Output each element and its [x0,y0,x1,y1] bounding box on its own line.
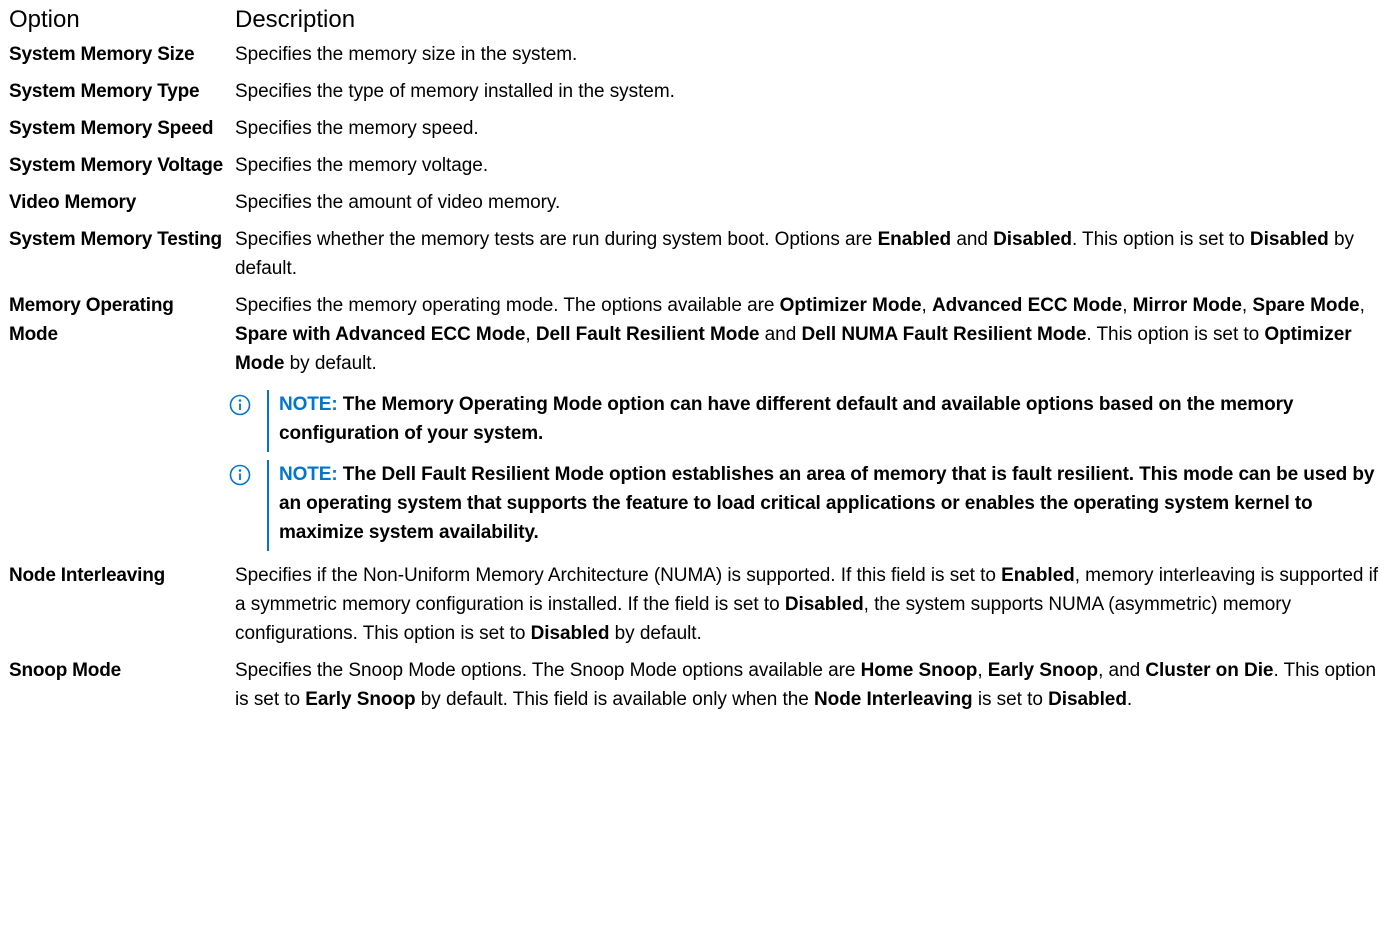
bold-term: Cluster on Die [1145,660,1274,681]
bold-term: Early Snoop [987,660,1099,681]
option-description-cell: Specifies the memory voltage. [235,151,1393,180]
description-text: , [525,324,536,345]
description-text: , [1359,295,1365,316]
description-text: , [977,660,988,681]
description-text: , [1122,295,1133,316]
option-description-cell: Specifies the memory size in the system. [235,40,1393,69]
description-text: , [921,295,932,316]
table-row: System Memory Type Specifies the type of … [9,77,1393,106]
bold-term: Disabled [784,594,864,615]
note-text: The Memory Operating Mode option can hav… [279,394,1294,444]
option-description-cell: Specifies the memory operating mode. The… [229,291,1393,553]
options-table: Option Description System Memory Size Spe… [9,4,1393,722]
description-text: , and [1098,660,1146,681]
bold-term: Node Interleaving [814,689,973,710]
description-text: Specifies the memory operating mode. The… [235,295,780,316]
description-text: by default. This field is available only… [415,689,815,710]
bold-term: Disabled [1048,689,1127,710]
option-description: Specifies the memory voltage. [235,155,489,176]
note-accent-bar [267,460,269,551]
description-text: . [1126,689,1133,710]
option-name: Video Memory [9,192,137,213]
option-description: Specifies the memory speed. [235,118,479,139]
description-text: Specifies if the Non-Uniform Memory Arch… [235,565,1002,586]
bold-term: Enabled [1001,565,1075,586]
option-name: Memory Operating Mode [9,295,174,345]
table-row: Memory Operating Mode Specifies the memor… [9,291,1393,553]
bold-term: Disabled [530,623,610,644]
bold-term: Home Snoop [860,660,978,681]
bold-term: Optimizer Mode [779,295,922,316]
option-description: Specifies the Snoop Mode options. The Sn… [235,656,1393,714]
option-description-cell: Specifies the memory speed. [235,114,1393,143]
table-row: System Memory Testing Specifies whether t… [9,225,1393,283]
description-text: Specifies whether the memory tests are r… [235,229,878,250]
note-accent-bar [267,390,269,452]
description-text: by default. [609,623,702,644]
description-column-header: Description [235,6,356,33]
bold-term: Dell NUMA Fault Resilient Mode [801,324,1087,345]
bold-term: Spare Mode [1252,295,1360,316]
option-description-cell: Specifies if the Non-Uniform Memory Arch… [235,561,1393,648]
note-callout: NOTE: The Dell Fault Resilient Mode opti… [229,460,1393,551]
bold-term: Disabled [993,229,1072,250]
table-header: Option Description [9,4,1393,40]
description-text: . This option is set to [1071,229,1250,250]
option-description: Specifies the amount of video memory. [235,192,561,213]
note-text: The Dell Fault Resilient Mode option est… [279,464,1375,543]
option-name: System Memory Size [9,44,195,65]
bold-term: Mirror Mode [1132,295,1242,316]
table-row: System Memory Speed Specifies the memory … [9,114,1393,143]
table-row: System Memory Size Specifies the memory s… [9,40,1393,69]
bold-term: Advanced ECC Mode [931,295,1123,316]
option-description: Specifies if the Non-Uniform Memory Arch… [235,561,1393,648]
description-text: , [1241,295,1253,316]
bold-term: Disabled [1249,229,1329,250]
note-body: NOTE: The Dell Fault Resilient Mode opti… [263,460,1393,547]
description-text: by default. [284,353,377,374]
bold-term: Early Snoop [305,689,416,710]
description-text: is set to [972,689,1049,710]
table-body: System Memory Size Specifies the memory s… [9,40,1393,714]
note-label: NOTE: [279,464,338,485]
table-row: Node Interleaving Specifies if the Non-Un… [9,561,1393,648]
description-text: . This option is set to [1086,324,1265,345]
table-row: System Memory Voltage Specifies the memor… [9,151,1393,180]
note-body: NOTE: The Memory Operating Mode option c… [263,390,1393,448]
option-name: System Memory Speed [9,118,214,139]
description-text: and [759,324,802,345]
option-description-cell: Specifies the Snoop Mode options. The Sn… [235,656,1393,714]
option-description: Specifies whether the memory tests are r… [235,225,1393,283]
option-description: Specifies the memory operating mode. The… [235,291,1393,378]
option-description-cell: Specifies the type of memory installed i… [235,77,1393,106]
option-name: System Memory Type [9,81,200,102]
note-icon-column [229,460,269,551]
note-label: NOTE: [279,394,338,415]
option-column-header: Option [9,6,80,33]
info-circle-icon [229,394,251,416]
option-description: Specifies the type of memory installed i… [235,81,675,102]
description-text: and [951,229,994,250]
option-name: System Memory Testing [9,229,222,250]
note-callout: NOTE: The Memory Operating Mode option c… [229,390,1393,452]
option-description-cell: Specifies the amount of video memory. [235,188,1393,217]
option-description: Specifies the memory size in the system. [235,44,578,65]
description-text: Specifies the Snoop Mode options. The Sn… [235,660,861,681]
bold-term: Dell Fault Resilient Mode [535,324,760,345]
table-row: Video Memory Specifies the amount of vide… [9,188,1393,217]
option-name: Snoop Mode [9,660,121,681]
option-name: System Memory Voltage [9,155,224,176]
info-circle-icon [229,464,251,486]
bold-term: Spare with Advanced ECC Mode [235,324,526,345]
note-icon-column [229,390,269,452]
table-row: Snoop Mode Specifies the Snoop Mode optio… [9,656,1393,714]
bold-term: Enabled [877,229,952,250]
option-name: Node Interleaving [9,565,166,586]
option-description-cell: Specifies whether the memory tests are r… [235,225,1393,283]
